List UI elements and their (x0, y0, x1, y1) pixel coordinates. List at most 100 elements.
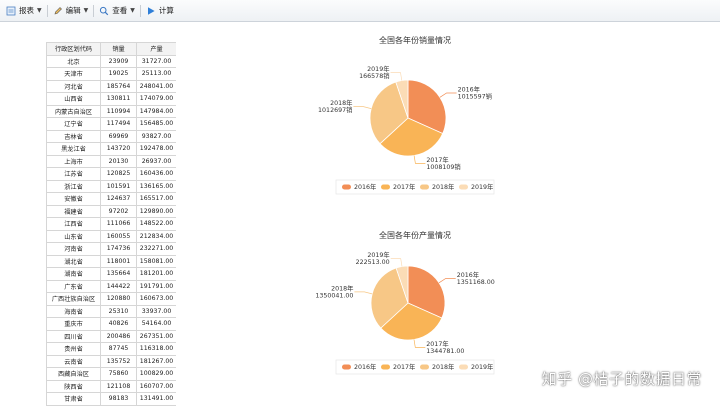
table-row: 天津市 19025 25113.00 (46, 67, 176, 81)
table-row: 山东省 160055 212834.00 (46, 229, 176, 243)
cell-sales: 19025 (100, 67, 137, 81)
cell-output: 26937.00 (136, 154, 176, 168)
cell-region: 湖北省 (46, 254, 101, 268)
legend-swatch (381, 364, 390, 370)
cell-region: 山东省 (46, 229, 101, 243)
cell-output: 267351.00 (136, 329, 176, 343)
table-row: 四川省 200486 267351.00 (46, 329, 176, 343)
table-row: 甘肃省 98183 131491.00 (46, 392, 176, 406)
table-row: 西藏自治区 75860 100829.00 (46, 367, 176, 381)
cell-sales: 25310 (100, 304, 137, 318)
toolbar-separator (139, 4, 141, 17)
cell-sales: 87745 (100, 342, 137, 356)
cell-sales: 118001 (100, 254, 137, 268)
cell-sales: 124637 (100, 192, 137, 206)
table-row: 广西壮族自治区 120880 160673.00 (46, 292, 176, 306)
slice-data-label: 222513.00 (356, 259, 390, 266)
legend-item-label[interactable]: 2018年 (432, 362, 454, 371)
table-row: 吉林省 69969 93827.00 (46, 129, 176, 143)
table-row: 海南省 25310 33937.00 (46, 304, 176, 318)
table-header-row: 行政区划代码 销量 产量 (46, 42, 176, 56)
cell-output: 232271.00 (136, 242, 176, 256)
cell-region: 四川省 (46, 329, 101, 343)
sales-pie-chart: 全国各年份销量情况 2016年 1015597销 2017年 1008109销 2018年… (290, 30, 540, 210)
cell-sales: 143720 (100, 142, 137, 156)
chevron-down-icon: ▼ (83, 7, 89, 14)
legend-swatch (342, 364, 351, 370)
slice-data-label: 1012697销 (318, 105, 352, 114)
toolbar: 报表 ▼ 编辑 ▼ 查看 ▼ 计算 (0, 0, 720, 22)
cell-region: 山西省 (46, 92, 101, 106)
header-output: 产量 (136, 42, 176, 56)
cell-output: 160673.00 (136, 292, 176, 306)
cell-output: 54164.00 (136, 317, 176, 331)
legend-item-label[interactable]: 2016年 (354, 362, 376, 371)
cell-region: 北京 (46, 54, 101, 68)
cell-output: 181267.00 (136, 354, 176, 368)
cell-region: 广西壮族自治区 (46, 292, 101, 306)
cell-output: 148522.00 (136, 217, 176, 231)
cell-output: 212834.00 (136, 229, 176, 243)
output-pie-chart: 全国各年份产量情况 2016年 1351168.00 2017年 1344781.00 2… (290, 226, 540, 386)
cell-region: 江西省 (46, 217, 101, 231)
table-row: 辽宁省 117494 156485.00 (46, 117, 176, 131)
legend-swatch (420, 364, 429, 370)
table-row: 北京 23909 31727.00 (46, 54, 176, 68)
slice-data-label: 166578销 (359, 71, 389, 80)
pencil-icon (53, 6, 63, 16)
cell-region: 上海市 (46, 154, 101, 168)
table-row: 云南省 135752 181267.00 (46, 354, 176, 368)
cell-sales: 111066 (100, 217, 137, 231)
data-table: 行政区划代码 销量 产量 北京 23909 31727.00 天津市 19025 2511… (46, 42, 176, 406)
label-leader-line (413, 155, 426, 164)
magnifier-icon (99, 6, 109, 16)
cell-region: 湖南省 (46, 267, 101, 281)
cell-region: 福建省 (46, 204, 101, 218)
legend-item-label[interactable]: 2016年 (354, 182, 376, 191)
cell-region: 内蒙古自治区 (46, 104, 101, 118)
toolbar-pencil-button[interactable]: 编辑 ▼ (49, 2, 93, 20)
slice-data-label: 1344781.00 (426, 348, 464, 355)
cell-sales: 97202 (100, 204, 137, 218)
toolbar-button-label: 报表 (19, 6, 34, 15)
legend-item-label[interactable]: 2019年 (471, 182, 493, 191)
label-leader-line (390, 72, 403, 81)
label-leader-line (354, 291, 373, 295)
legend-item-label[interactable]: 2018年 (432, 182, 454, 191)
table-row: 河北省 185764 248041.00 (46, 79, 176, 93)
legend-swatch (459, 364, 468, 370)
cell-region: 甘肃省 (46, 392, 101, 406)
toolbar-play-button[interactable]: 计算 (142, 2, 178, 20)
cell-output: 174079.00 (136, 92, 176, 106)
table-row: 内蒙古自治区 110994 147984.00 (46, 104, 176, 118)
cell-sales: 121108 (100, 379, 137, 393)
cell-output: 31727.00 (136, 54, 176, 68)
slice-data-label: 2018年 (331, 283, 353, 292)
cell-region: 吉林省 (46, 129, 101, 143)
toolbar-button-label: 计算 (158, 6, 174, 15)
label-leader-line (438, 278, 456, 284)
cell-output: 160436.00 (136, 167, 176, 181)
label-leader-line (413, 339, 426, 348)
toolbar-report-button[interactable]: 报表 ▼ (2, 2, 46, 20)
cell-output: 25113.00 (136, 67, 176, 81)
data-table-container: 行政区划代码 销量 产量 北京 23909 31727.00 天津市 19025 2511… (46, 42, 176, 411)
cell-sales: 135752 (100, 354, 137, 368)
cell-region: 陕西省 (46, 379, 101, 393)
cell-sales: 144422 (100, 279, 137, 293)
slice-data-label: 2019年 (367, 64, 389, 73)
cell-sales: 200486 (100, 329, 137, 343)
cell-region: 重庆市 (46, 317, 101, 331)
legend-item-label[interactable]: 2017年 (393, 362, 415, 371)
cell-output: 160707.00 (136, 379, 176, 393)
legend-item-label[interactable]: 2019年 (471, 362, 493, 371)
table-row: 上海市 20130 26937.00 (46, 154, 176, 168)
cell-sales: 160055 (100, 229, 137, 243)
cell-region: 海南省 (46, 304, 101, 318)
legend-item-label[interactable]: 2017年 (393, 182, 415, 191)
slice-data-label: 1350041.00 (315, 292, 353, 299)
cell-sales: 135664 (100, 267, 137, 281)
toolbar-magnifier-button[interactable]: 查看 ▼ (95, 2, 139, 20)
table-row: 湖南省 135664 181201.00 (46, 267, 176, 281)
cell-sales: 120825 (100, 167, 137, 181)
